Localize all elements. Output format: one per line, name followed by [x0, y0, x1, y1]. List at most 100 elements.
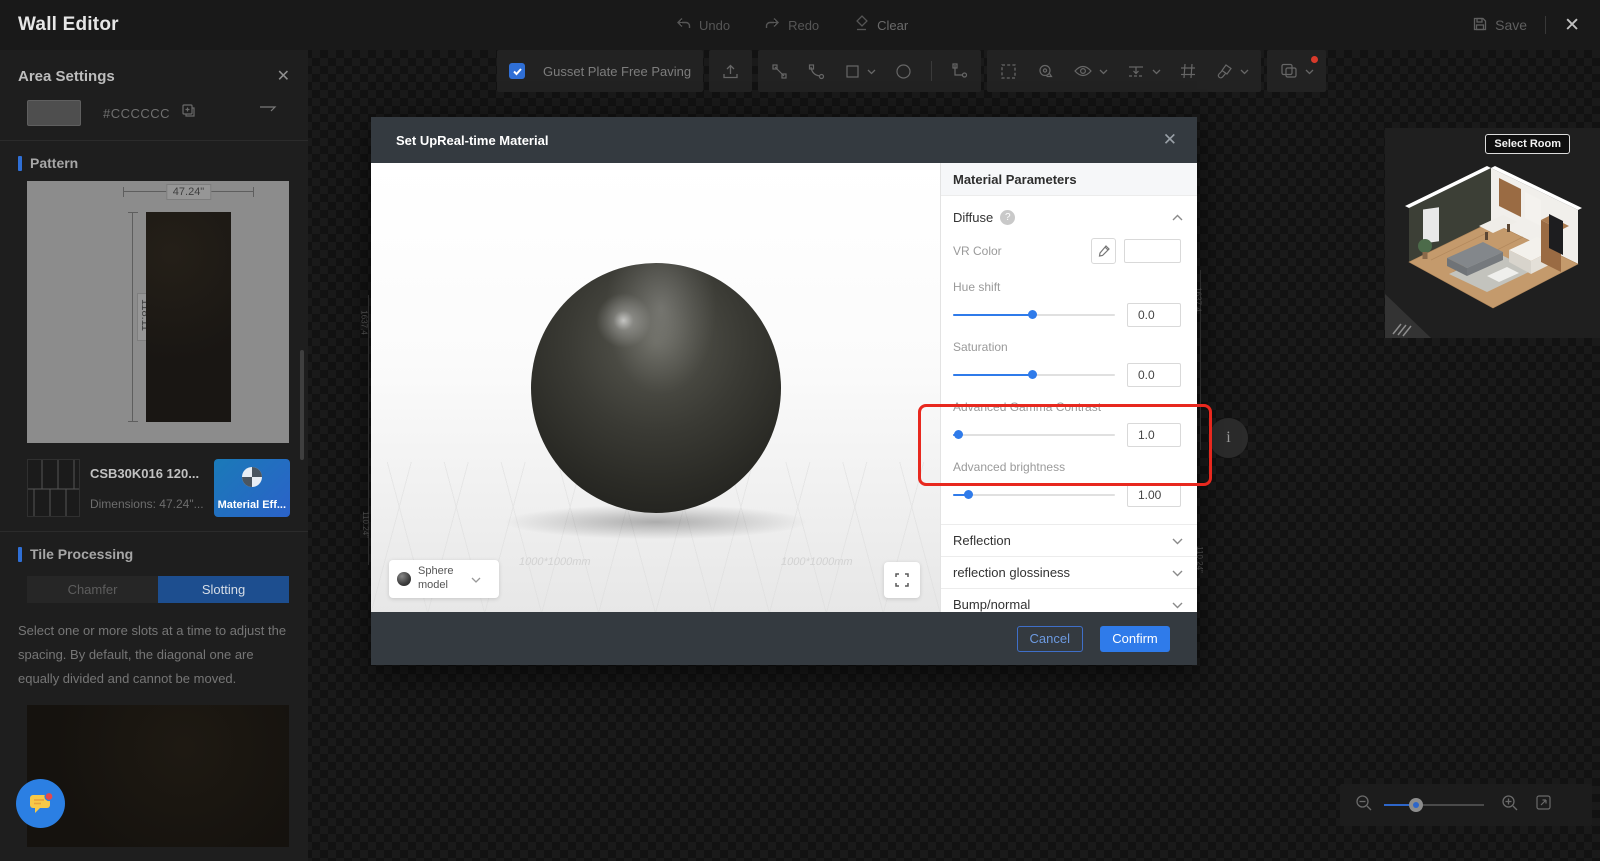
copy-color-icon[interactable]: [180, 102, 197, 124]
pattern-thumbnail: [27, 459, 80, 517]
upload-group: [709, 50, 752, 92]
gamma-contrast-input[interactable]: 1.0: [1127, 423, 1181, 447]
model-select-dropdown[interactable]: Sphere model: [389, 560, 499, 598]
select-room-button[interactable]: Select Room: [1485, 134, 1570, 154]
redo-button[interactable]: Redo: [764, 15, 819, 35]
section-bump-normal[interactable]: Bump/normal: [941, 588, 1197, 612]
vr-color-row: VR Color: [941, 236, 1197, 276]
vr-color-swatch[interactable]: [1124, 239, 1181, 263]
close-panel-button[interactable]: ✕: [277, 66, 290, 86]
diffuse-section-header[interactable]: Diffuse ?: [941, 196, 1197, 236]
slotting-preview-image[interactable]: [27, 705, 289, 847]
sidebar-scrollbar[interactable]: [300, 350, 304, 460]
paving-toggle-group[interactable]: Gusset Plate Free Paving: [497, 50, 703, 92]
saturation-slider[interactable]: [953, 368, 1115, 382]
info-button[interactable]: i: [1209, 418, 1248, 458]
room-preview-panel[interactable]: Select Room: [1385, 128, 1600, 338]
zoom-slider[interactable]: [1384, 798, 1484, 812]
material-effect-button[interactable]: Material Eff...: [214, 459, 290, 517]
area-settings-title: Area Settings: [18, 68, 115, 85]
measure-tape-button[interactable]: [1036, 62, 1055, 81]
modal-header: Set UpReal-time Material ✕: [371, 117, 1197, 163]
wall-color-hex: #CCCCCC: [103, 106, 170, 121]
slider-handle[interactable]: [964, 490, 973, 499]
zoom-in-icon[interactable]: [1500, 793, 1520, 818]
path-tool-button[interactable]: [950, 62, 969, 81]
zoom-control: [1340, 784, 1592, 826]
help-icon[interactable]: ?: [1000, 210, 1015, 225]
toolbar-separator: [931, 61, 932, 81]
modal-title: Set UpReal-time Material: [396, 133, 548, 148]
saturation-label: Saturation: [953, 340, 1181, 354]
dimension-label-left-top: 1637.4: [360, 310, 369, 334]
chevron-down-icon: [1172, 596, 1183, 613]
chevron-down-icon: [1172, 532, 1183, 550]
save-icon: [1472, 16, 1488, 35]
material-preview-area[interactable]: 1000*1000mm 1000*1000mm Sphere model: [371, 163, 940, 612]
expand-arrow-icon[interactable]: [258, 100, 280, 118]
undo-button[interactable]: Undo: [675, 15, 730, 35]
pattern-section-title: Pattern: [30, 155, 78, 171]
eyedropper-button[interactable]: [1091, 238, 1116, 264]
cancel-button[interactable]: Cancel: [1017, 626, 1083, 652]
section-reflection[interactable]: Reflection: [941, 524, 1197, 556]
fit-screen-icon[interactable]: [1534, 793, 1553, 817]
hue-shift-input[interactable]: 0.0: [1127, 303, 1181, 327]
tile-processing-tabs: Chamfer Slotting: [27, 576, 289, 603]
shape-tools-group: [758, 50, 981, 92]
paving-checkbox[interactable]: [509, 63, 525, 79]
layers-button[interactable]: [1279, 62, 1314, 80]
resize-handle[interactable]: [1385, 294, 1431, 338]
slider-handle[interactable]: [1028, 370, 1037, 379]
grid-button[interactable]: [1179, 62, 1197, 80]
modal-close-button[interactable]: ✕: [1163, 130, 1177, 150]
advanced-brightness-input[interactable]: 1.00: [1127, 483, 1181, 507]
drawing-toolbar: Gusset Plate Free Paving: [497, 50, 1326, 92]
paint-brush-button[interactable]: [1215, 62, 1249, 81]
line-tool-button[interactable]: [770, 62, 789, 81]
gamma-contrast-control: Advanced Gamma Contrast 1.0: [941, 396, 1197, 447]
slider-handle[interactable]: [1028, 310, 1037, 319]
clear-button[interactable]: Clear: [853, 15, 908, 35]
support-chat-button[interactable]: [16, 779, 65, 828]
tile-processing-title: Tile Processing: [30, 546, 133, 562]
vr-color-label: VR Color: [953, 244, 1002, 258]
hue-shift-label: Hue shift: [953, 280, 1181, 294]
topbar-separator: [1545, 16, 1546, 34]
circle-tool-button[interactable]: [894, 62, 913, 81]
gamma-contrast-label: Advanced Gamma Contrast: [953, 400, 1181, 414]
zoom-slider-handle[interactable]: [1409, 798, 1423, 812]
dimension-button[interactable]: [1126, 62, 1161, 80]
model-select-label: Sphere model: [418, 565, 464, 593]
chevron-down-icon: [471, 570, 481, 588]
arc-tool-button[interactable]: [807, 62, 826, 81]
paving-checkbox-label: Gusset Plate Free Paving: [543, 64, 691, 79]
fullscreen-button[interactable]: [884, 562, 920, 598]
chevron-down-icon: [1240, 62, 1249, 80]
save-button[interactable]: Save: [1472, 16, 1527, 35]
tab-chamfer[interactable]: Chamfer: [27, 576, 158, 603]
undo-icon: [675, 15, 692, 35]
confirm-button[interactable]: Confirm: [1100, 626, 1170, 652]
advanced-brightness-slider[interactable]: [953, 488, 1115, 502]
slider-handle[interactable]: [954, 430, 963, 439]
marquee-select-button[interactable]: [999, 62, 1018, 81]
wall-color-swatch[interactable]: [27, 100, 81, 126]
hue-shift-slider[interactable]: [953, 308, 1115, 322]
topbar: Wall Editor Undo Redo Clear Save ✕: [0, 0, 1600, 50]
zoom-out-icon[interactable]: [1354, 793, 1374, 818]
view-tools-group: [987, 50, 1261, 92]
section-reflection-glossiness[interactable]: reflection glossiness: [941, 556, 1197, 588]
tab-slotting[interactable]: Slotting: [158, 576, 289, 603]
saturation-input[interactable]: 0.0: [1127, 363, 1181, 387]
pattern-preview[interactable]: 47.24" 118.11": [27, 181, 289, 443]
upload-button[interactable]: [721, 62, 740, 81]
preview-watermark: 1000*1000mm: [780, 556, 854, 568]
gamma-contrast-slider[interactable]: [953, 428, 1115, 442]
close-editor-button[interactable]: ✕: [1564, 16, 1580, 35]
visibility-button[interactable]: [1073, 62, 1108, 80]
rect-tool-button[interactable]: [844, 62, 876, 80]
pattern-item[interactable]: CSB30K016 120... Dimensions: 47.24"... M…: [27, 459, 290, 517]
material-effect-label: Material Eff...: [218, 499, 286, 511]
area-settings-panel: Area Settings ✕ #CCCCCC Pattern 47.24" 1…: [0, 50, 308, 861]
